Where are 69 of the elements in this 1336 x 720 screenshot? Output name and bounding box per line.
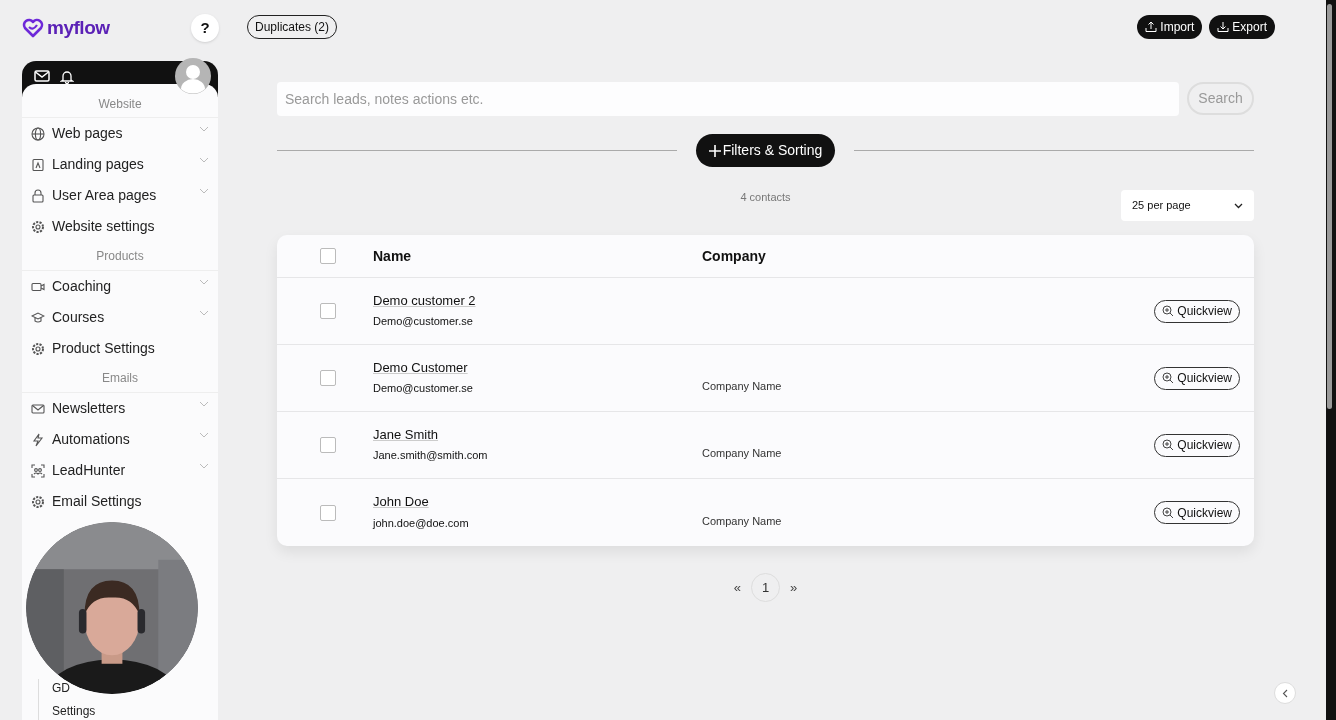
chevron-down-icon [1234,202,1243,209]
globe-icon [31,126,45,141]
chevron-left-icon [1282,688,1288,698]
settings-icon [31,341,45,356]
scrollbar[interactable] [1326,0,1336,720]
checkbox[interactable] [320,303,336,319]
per-page-select[interactable]: 25 per page [1121,190,1254,221]
import-button[interactable]: Import [1137,14,1203,39]
zoom-in-icon [1162,305,1175,317]
company-name: Company Name [702,378,782,394]
sidebar-item[interactable]: Website settings [22,211,218,242]
sidebar-item[interactable]: Newsletters [22,393,218,424]
mail-icon[interactable] [34,68,50,83]
settings-icon [31,494,45,509]
search-field[interactable]: Search leads, notes actions etc. [277,82,1179,116]
collapse-button[interactable] [1274,682,1296,704]
zoom-in-icon [1162,506,1175,519]
next-page-button[interactable]: » [790,577,798,598]
checkbox[interactable] [320,370,336,386]
filters-sorting-button[interactable]: Filters & Sorting [695,134,836,167]
settings-icon [31,219,45,234]
upload-icon [1145,20,1158,33]
sidebar-item[interactable]: GD [52,679,70,697]
checkbox[interactable] [320,437,336,453]
checkbox[interactable] [320,504,336,521]
section-heading: Website [22,89,218,118]
graduation-cap-icon [31,310,45,325]
sidebar-item[interactable]: Landing pages [22,149,218,180]
scan-people-icon [31,463,45,478]
mail-icon [31,401,45,416]
contact-name-link[interactable]: Jane Smith [373,424,439,444]
sidebar-item[interactable]: Email Settings [22,486,218,517]
sidebar-item[interactable]: Settings [52,702,96,720]
sidebar-item[interactable]: Product Settings [22,333,218,364]
zoom-in-icon [1162,372,1175,384]
help-button[interactable]: ? [191,13,219,42]
sidebar-item[interactable]: Courses [22,302,218,333]
contact-email: john.doe@doe.com [373,515,469,531]
sidebar-item[interactable]: User Area pages [22,180,218,211]
company-name: Company Name [702,513,782,529]
contact-count: 4 contacts [740,189,791,205]
section-heading: Emails [22,364,218,393]
contact-name-link[interactable]: John Doe [373,492,429,512]
lock-icon [31,188,45,203]
sidebar-item[interactable]: Web pages [22,118,218,149]
logo-icon [22,17,44,38]
section-heading: Products [22,242,218,271]
download-icon [1217,20,1230,33]
column-header: Name [373,246,413,266]
previous-page-button[interactable]: « [733,577,741,598]
contact-email: Demo@customer.se [373,314,473,329]
contact-email: Demo@customer.se [373,381,473,396]
contact-email: Jane.smith@smith.com [373,448,488,463]
logo-text: myflow [47,15,110,40]
avatar-icon[interactable] [175,57,211,94]
contact-name-link[interactable]: Demo Customer [373,357,468,377]
bolt-icon [31,432,45,447]
checkbox[interactable] [320,248,336,264]
image-page-icon [31,157,45,172]
sidebar-item[interactable]: Automations [22,424,218,455]
export-button[interactable]: Export [1209,14,1275,39]
plus-icon [708,144,721,157]
sidebar-item[interactable]: Coaching [22,271,218,302]
company-name: Company Name [702,445,782,461]
zoom-in-icon [1162,439,1175,451]
bell-icon[interactable] [60,68,74,84]
column-header: Company [702,246,766,266]
contact-name-link[interactable]: Demo customer 2 [373,290,476,310]
sidebar-item[interactable]: LeadHunter [22,455,218,486]
